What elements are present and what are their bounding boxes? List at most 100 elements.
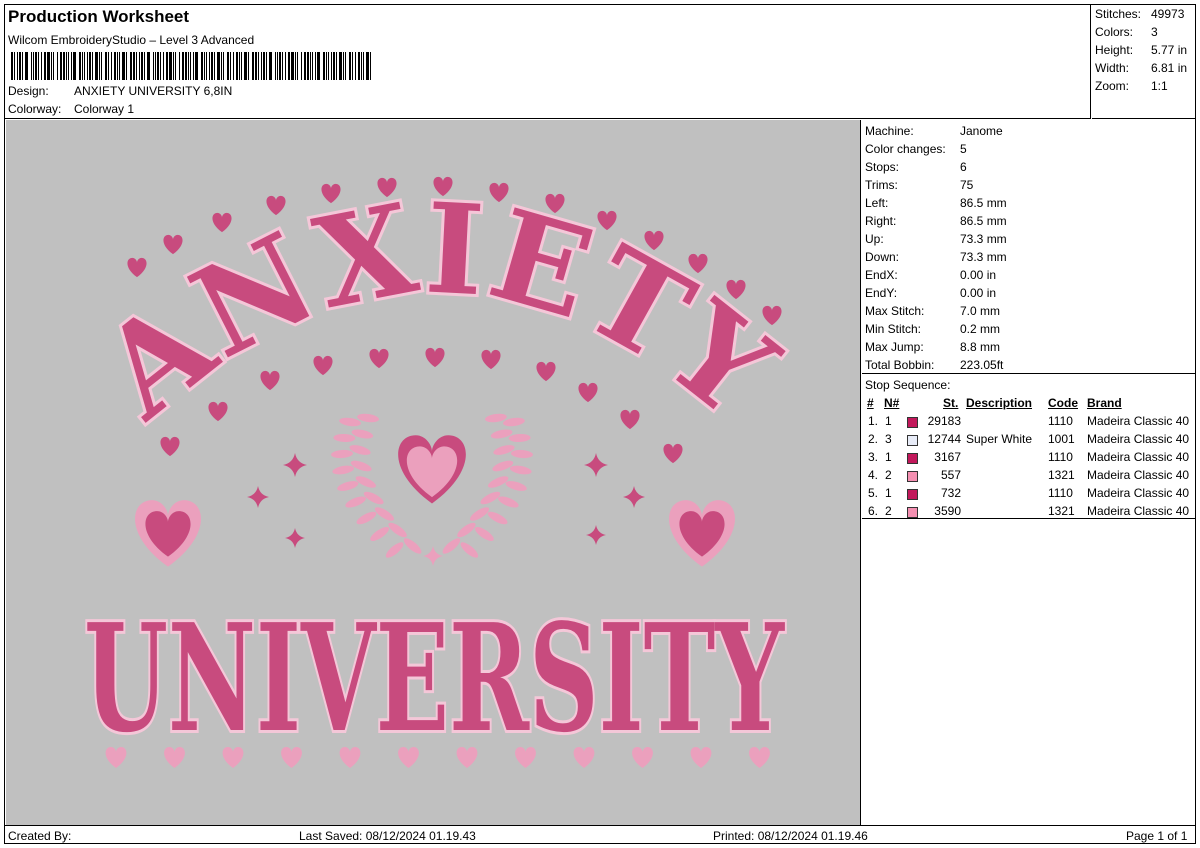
machine-info-label: EndX:: [865, 268, 898, 282]
stop-row: 5. 1 1110 Madeira Classic 40 732: [862, 486, 1196, 504]
machine-info-label: Down:: [865, 250, 900, 264]
machine-info-label: Min Stitch:: [865, 322, 922, 336]
design-label: Design:: [8, 84, 49, 98]
stop-row-code: 1110: [1048, 450, 1073, 464]
laurel-leaf: [388, 522, 407, 538]
design-summary: Stitches: 49973 Colors: 3 Height: 5.77 in W…: [1092, 5, 1196, 119]
machine-info-value: 86.5 mm: [960, 196, 1007, 210]
stop-row-needle: 1: [885, 414, 892, 428]
page-number: Page 1 of 1: [1126, 829, 1188, 843]
laurel-leaf: [442, 538, 461, 554]
machine-info-row: EndX: 0.00 in: [865, 268, 996, 282]
heart-icon: [536, 361, 556, 382]
heart-icon: [425, 347, 445, 368]
design-preview: ANXIETY UNIVERSITY: [6, 120, 861, 825]
stop-row-number: 3.: [868, 450, 879, 464]
col-n: N#: [884, 396, 900, 410]
stop-row-brand: Madeira Classic 40: [1087, 468, 1190, 482]
printed-date: Printed: 08/12/2024 01.19.46: [713, 829, 868, 843]
stop-row-number: 6.: [868, 504, 879, 518]
machine-info-row: Right: 86.5 mm: [865, 214, 1007, 228]
stop-row-needle: 1: [885, 450, 892, 464]
sparkle-icon: [584, 453, 608, 477]
laurel-leaf: [355, 476, 377, 488]
right-badge-heart-icon: [669, 500, 735, 567]
center-heart-icon: [398, 435, 466, 504]
col-num: #: [867, 396, 874, 410]
width-label: Width:: [1095, 61, 1130, 75]
stop-row-needle: 1: [885, 486, 892, 500]
stop-row-stitches: 732: [940, 486, 961, 500]
stop-row-stitches: 12744: [927, 432, 961, 446]
machine-info-label: Stops:: [865, 160, 900, 174]
table-divider: [862, 518, 1196, 519]
laurel-leaf: [508, 433, 531, 443]
machine-info-row: EndY: 0.00 in: [865, 286, 996, 300]
laurel-leaf: [505, 481, 527, 491]
laurel-leaf: [370, 527, 389, 541]
machine-info-value: 7.0 mm: [960, 304, 1001, 318]
embroidery-design: ANXIETY UNIVERSITY: [71, 173, 803, 768]
stop-row-stitches: 3590: [934, 504, 961, 518]
machine-info-label: Max Jump:: [865, 340, 924, 354]
laurel-leaf: [498, 496, 519, 508]
page-title: Production Worksheet: [8, 7, 190, 26]
laurel-leaf: [331, 449, 354, 459]
machine-info-label: Total Bobbin:: [865, 358, 935, 372]
machine-info-row: Left: 86.5 mm: [865, 196, 1007, 210]
worksheet-frame: Production Worksheet Wilcom EmbroiderySt…: [4, 4, 1196, 844]
barcode: [11, 52, 381, 80]
stitches-label: Stitches:: [1095, 7, 1142, 21]
machine-info-row: Max Stitch: 7.0 mm: [865, 304, 1000, 318]
heart-icon: [313, 355, 333, 376]
machine-info-label: Trims:: [865, 178, 898, 192]
laurel-leaf: [403, 538, 422, 554]
design-value: ANXIETY UNIVERSITY 6,8IN: [74, 84, 233, 98]
stop-row: 3. 1 1110 Madeira Classic 40 3167: [862, 450, 1196, 468]
thread-color-swatch: [907, 417, 918, 428]
machine-info-value: 75: [960, 178, 974, 192]
stop-row-code: 1110: [1048, 414, 1073, 428]
height-row: Height: 5.77 in: [1095, 43, 1187, 57]
laurel-leaf: [350, 460, 372, 472]
design-text-top: ANXIETY: [74, 176, 801, 446]
stop-row: 1. 1 1110 Madeira Classic 40 29183: [862, 414, 1196, 432]
machine-info-row: Max Jump: 8.8 mm: [865, 340, 1000, 354]
colors-row: Colors: 3: [1095, 25, 1158, 39]
laurel-leaf: [332, 465, 355, 475]
height-value: 5.77 in: [1151, 43, 1188, 57]
col-brand: Brand: [1087, 396, 1122, 410]
stop-row-stitches: 3167: [934, 450, 961, 464]
heart-icon: [620, 409, 640, 430]
machine-info-row: Color changes: 5: [865, 142, 967, 156]
machine-info-value: 73.3 mm: [960, 232, 1007, 246]
stop-row-brand: Madeira Classic 40: [1087, 414, 1190, 428]
height-label: Height:: [1095, 43, 1134, 57]
machine-info-value: 8.8 mm: [960, 340, 1001, 354]
laurel-leaf: [509, 465, 532, 475]
machine-info-label: Right:: [865, 214, 897, 228]
worksheet-footer: Created By: Last Saved: 08/12/2024 01.19…: [5, 825, 1196, 844]
stop-row-number: 2.: [868, 432, 879, 446]
width-value: 6.81 in: [1151, 61, 1188, 75]
laurel-leaf: [333, 433, 356, 443]
last-saved: Last Saved: 08/12/2024 01.19.43: [299, 829, 476, 843]
laurel-leaf: [475, 527, 494, 541]
thread-color-swatch: [907, 471, 918, 482]
laurel-leaf: [470, 507, 490, 521]
machine-info-value: 86.5 mm: [960, 214, 1007, 228]
stop-row-brand: Madeira Classic 40: [1087, 432, 1190, 446]
thread-color-swatch: [907, 453, 918, 464]
machine-info-row: Up: 73.3 mm: [865, 232, 1007, 246]
machine-info-value: 6: [960, 160, 967, 174]
stop-row: 2. 3 Super White 1001 Madeira Classic 40 1274…: [862, 432, 1196, 450]
machine-info: Machine: Janome Color changes: 5 Stops: 6 Trim…: [862, 120, 1196, 374]
sparkle-icon: [247, 486, 269, 508]
stop-row-brand: Madeira Classic 40: [1087, 450, 1190, 464]
thread-color-swatch: [907, 507, 918, 518]
heart-icon: [489, 182, 509, 203]
sparkle-icon: [623, 486, 645, 508]
machine-info-row: Down: 73.3 mm: [865, 250, 1007, 264]
sparkle-icon: [283, 453, 307, 477]
machine-info-row: Trims: 75: [865, 178, 973, 192]
